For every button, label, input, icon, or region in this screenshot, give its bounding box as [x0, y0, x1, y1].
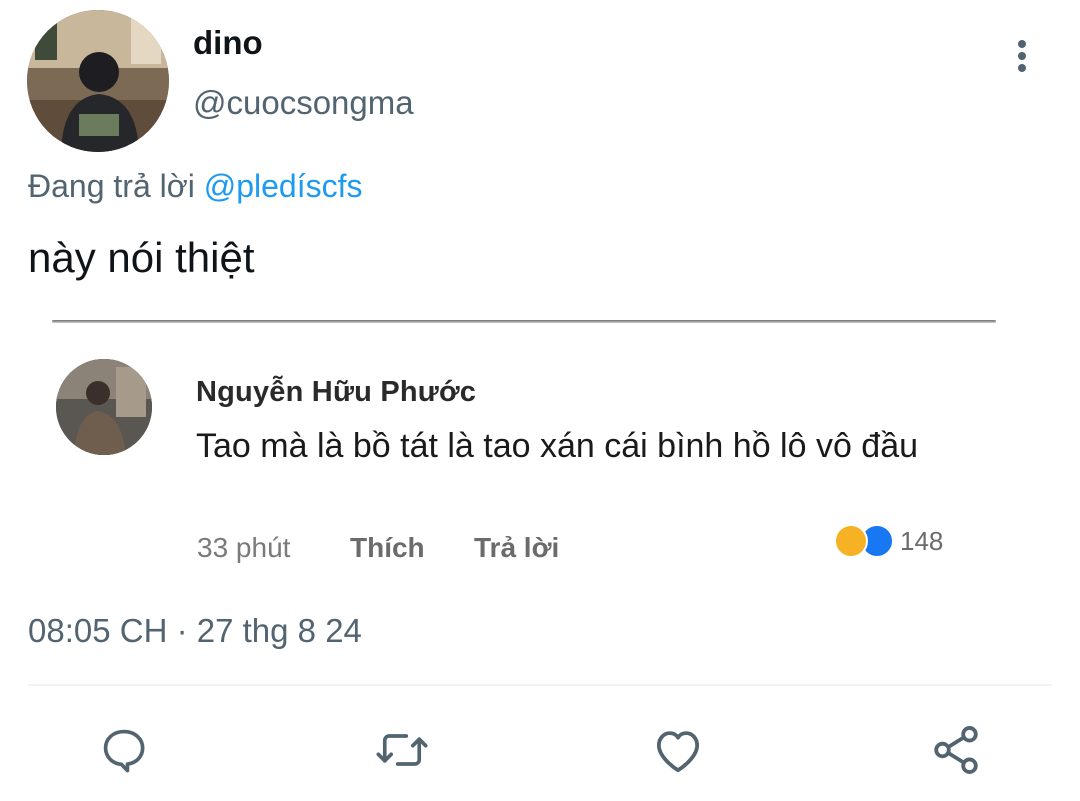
- comment-reply-label: Trả lời: [474, 532, 560, 563]
- timestamp-separator: ·: [176, 612, 188, 649]
- comment-time: 33 phút: [197, 532, 291, 563]
- reply-context: Đang trả lời @pledíscfs: [28, 168, 362, 205]
- reply-icon: [103, 729, 145, 773]
- tweet-timestamp[interactable]: 08:05 CH · 27 thg 8 24: [28, 612, 362, 650]
- reply-mention-link[interactable]: @pledíscfs: [204, 168, 363, 204]
- share-icon: [934, 726, 978, 774]
- retweet-button[interactable]: [374, 722, 430, 778]
- more-options-icon[interactable]: [1006, 36, 1038, 76]
- comment-reactions: 148: [834, 521, 943, 561]
- tweet-media-image[interactable]: Nguyễn Hữu Phước Tao mà là bồ tát là tao…: [40, 314, 1000, 584]
- like-icon: [656, 731, 700, 773]
- comment-text: Tao mà là bồ tát là tao xán cái bình hồ …: [196, 427, 919, 465]
- reply-context-prefix: Đang trả lời: [28, 168, 195, 204]
- tweet-date: 27 thg 8 24: [196, 612, 362, 649]
- share-button[interactable]: [928, 722, 984, 778]
- tweet-time: 08:05 CH: [28, 612, 168, 649]
- retweet-icon: [376, 734, 428, 766]
- haha-icon: [834, 524, 868, 558]
- like-button[interactable]: [650, 722, 706, 778]
- author-handle[interactable]: @cuocsongma: [193, 84, 414, 122]
- divider: [28, 684, 1052, 686]
- tweet-text: này nói thiệt: [28, 234, 255, 281]
- profile-avatar[interactable]: [27, 10, 169, 152]
- reply-button[interactable]: [96, 722, 152, 778]
- commenter-name: Nguyễn Hữu Phước: [196, 376, 477, 408]
- comment-like-label: Thích: [350, 532, 425, 563]
- embed-divider: [52, 320, 996, 323]
- author-display-name[interactable]: dino: [193, 24, 263, 62]
- reaction-count: 148: [900, 525, 944, 556]
- commenter-avatar: [56, 359, 152, 455]
